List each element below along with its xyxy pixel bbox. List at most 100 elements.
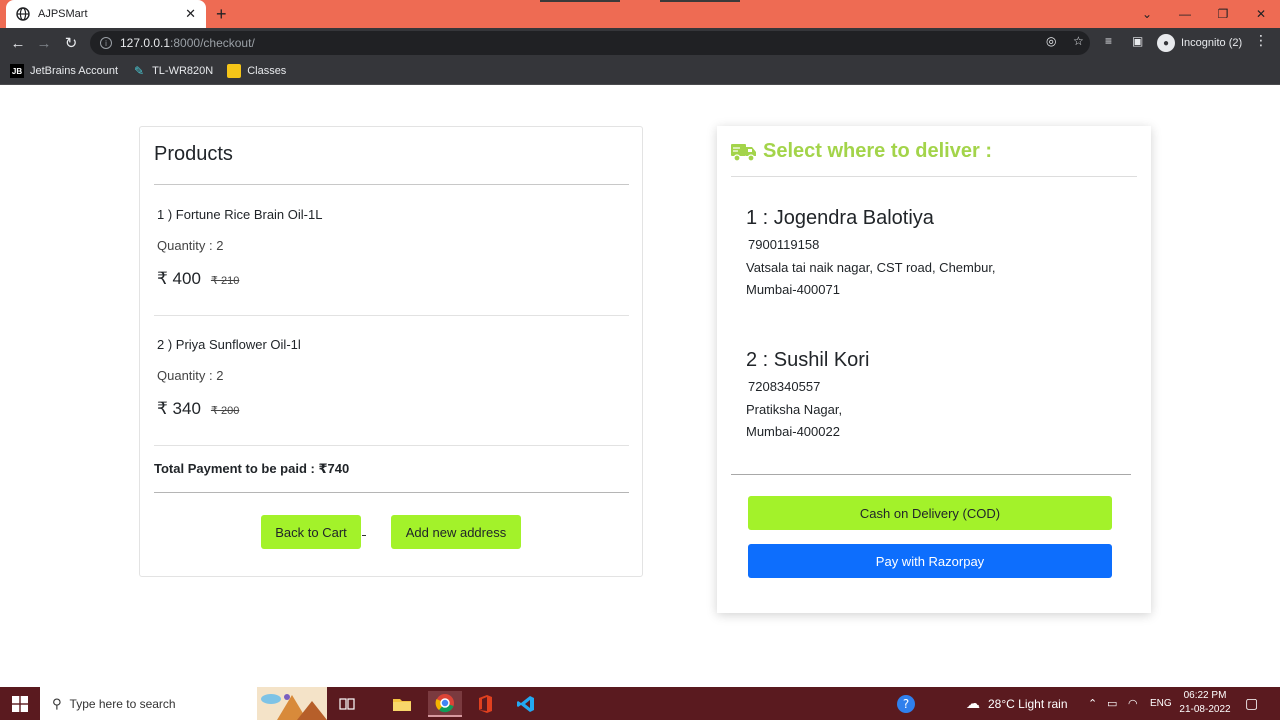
jetbrains-icon: JB xyxy=(10,64,24,78)
bookmark-label: Classes xyxy=(247,65,287,77)
product-price: ₹ 340 xyxy=(157,399,201,418)
windows-taskbar: ⚲ Type here to search ? ☁ 28°C Light rai… xyxy=(0,687,1280,720)
address-name: 2 : Sushil Kori xyxy=(746,349,870,371)
delivery-card: Select where to deliver : 1 : Jogendra B… xyxy=(717,126,1151,613)
reload-icon[interactable]: ↻ xyxy=(61,33,81,53)
language-indicator[interactable]: ENG xyxy=(1150,687,1172,720)
bookmark-label: JetBrains Account xyxy=(30,65,119,77)
address-name: 1 : Jogendra Balotiya xyxy=(746,207,934,229)
tab-search-icon[interactable]: ⌄ xyxy=(1128,0,1166,28)
tab-strip-marker xyxy=(540,0,620,2)
notification-icon[interactable]: ▢ xyxy=(1245,687,1258,720)
vscode-icon[interactable] xyxy=(511,691,541,717)
razorpay-button[interactable]: Pay with Razorpay xyxy=(748,544,1112,578)
clock-date: 21-08-2022 xyxy=(1179,704,1231,715)
weather-text: 28°C Light rain xyxy=(988,696,1068,711)
divider xyxy=(154,492,629,493)
kebab-menu-icon[interactable]: ⋮ xyxy=(1254,32,1268,49)
divider xyxy=(154,315,629,316)
cod-button[interactable]: Cash on Delivery (COD) xyxy=(748,496,1112,530)
new-tab-icon[interactable]: + xyxy=(216,4,227,24)
svg-text:?: ? xyxy=(903,697,909,711)
bookmark-tplink[interactable]: ✎ TL-WR820N xyxy=(132,64,213,78)
cloud-rain-icon: ☁ xyxy=(966,695,980,711)
battery-icon[interactable]: ▭ xyxy=(1107,687,1117,720)
address-line: Mumbai-400022 xyxy=(746,424,840,439)
window-controls: ⌄ — ❐ ✕ xyxy=(1128,0,1280,28)
maximize-icon[interactable]: ❐ xyxy=(1204,0,1242,28)
eye-off-icon[interactable]: ◎ xyxy=(1046,34,1056,48)
divider xyxy=(154,445,629,446)
product-quantity: Quantity : 2 xyxy=(157,368,224,383)
active-tab[interactable]: AJPSMart ✕ xyxy=(6,0,206,28)
divider xyxy=(154,184,629,185)
chrome-icon[interactable] xyxy=(428,691,462,717)
minimize-icon[interactable]: — xyxy=(1166,0,1204,28)
media-control-icon[interactable]: ≡ xyxy=(1105,34,1112,48)
url-path: :8000/checkout/ xyxy=(170,36,255,50)
site-info-icon[interactable]: i xyxy=(100,37,112,49)
address-phone: 7208340557 xyxy=(748,379,821,394)
file-explorer-icon[interactable] xyxy=(387,691,417,717)
back-arrow-icon[interactable]: ← xyxy=(8,33,28,53)
separator-dash xyxy=(362,535,366,536)
delivery-header: Select where to deliver : xyxy=(731,140,992,163)
start-button[interactable] xyxy=(0,687,40,720)
globe-icon xyxy=(16,7,30,21)
product-name: 1 ) Fortune Rice Brain Oil-1L xyxy=(157,207,323,222)
bookmarks-bar: JB JetBrains Account ✎ TL-WR820N Classes xyxy=(0,58,1280,85)
search-placeholder: Type here to search xyxy=(69,696,176,711)
divider xyxy=(731,176,1137,177)
task-view-icon[interactable] xyxy=(332,691,362,717)
tplink-icon: ✎ xyxy=(134,64,145,78)
address-line: Mumbai-400071 xyxy=(746,282,840,297)
office-icon[interactable] xyxy=(470,691,500,717)
bookmark-classes[interactable]: Classes xyxy=(227,64,286,78)
tray-chevron-icon[interactable]: ⌃ xyxy=(1088,687,1097,720)
url-host: 127.0.0.1 xyxy=(120,36,171,50)
weather-widget[interactable]: ☁ 28°C Light rain xyxy=(966,687,1068,720)
tab-bar: AJPSMart ✕ + ⌄ — ❐ ✕ xyxy=(0,0,1280,28)
product-price-row: ₹ 400 ₹ 210 xyxy=(157,269,239,289)
divider xyxy=(731,474,1131,475)
clock[interactable]: 06:22 PM 21-08-2022 xyxy=(1172,689,1238,717)
address-phone: 7900119158 xyxy=(748,237,820,252)
wifi-icon[interactable]: ◠ xyxy=(1128,687,1138,720)
product-old-price: ₹ 210 xyxy=(210,275,240,287)
taskbar-search[interactable]: ⚲ Type here to search xyxy=(40,687,327,720)
product-old-price: ₹ 200 xyxy=(210,405,240,417)
bookmark-jetbrains[interactable]: JB JetBrains Account xyxy=(10,64,118,78)
forward-arrow-icon[interactable]: → xyxy=(34,33,54,53)
address-line: Vatsala tai naik nagar, CST road, Chembu… xyxy=(746,260,996,275)
windows-logo-icon xyxy=(12,695,28,712)
search-icon: ⚲ xyxy=(52,695,62,711)
product-quantity: Quantity : 2 xyxy=(157,238,224,253)
add-new-address-button[interactable]: Add new address xyxy=(391,515,521,549)
bookmark-star-icon[interactable]: ☆ xyxy=(1073,34,1084,48)
close-tab-icon[interactable]: ✕ xyxy=(185,6,196,22)
classroom-icon xyxy=(227,64,242,78)
delivery-title: Select where to deliver : xyxy=(763,140,992,162)
tab-strip-marker xyxy=(660,0,740,2)
bookmark-label: TL-WR820N xyxy=(152,65,214,77)
browser-toolbar: ← → ↻ i 127.0.0.1 :8000/checkout/ ◎ ☆ ≡ … xyxy=(0,28,1280,58)
incognito-label: Incognito (2) xyxy=(1181,37,1243,49)
incognito-profile[interactable]: ● Incognito (2) xyxy=(1157,34,1242,52)
products-title: Products xyxy=(154,143,233,165)
help-icon[interactable]: ? xyxy=(891,691,921,717)
back-to-cart-button[interactable]: Back to Cart xyxy=(261,515,361,549)
tab-title: AJPSMart xyxy=(38,8,88,20)
products-card: Products 1 ) Fortune Rice Brain Oil-1L Q… xyxy=(139,126,643,577)
clock-time: 06:22 PM xyxy=(1183,690,1227,701)
truck-icon xyxy=(731,142,757,162)
total-payment: Total Payment to be paid : ₹740 xyxy=(154,461,350,476)
product-name: 2 ) Priya Sunflower Oil-1l xyxy=(157,337,301,352)
incognito-icon: ● xyxy=(1157,34,1175,52)
close-window-icon[interactable]: ✕ xyxy=(1242,0,1280,28)
product-price: ₹ 400 xyxy=(157,269,201,288)
address-line: Pratiksha Nagar, xyxy=(746,402,843,417)
product-price-row: ₹ 340 ₹ 200 xyxy=(157,399,239,419)
search-highlight-illustration xyxy=(257,687,327,720)
address-bar[interactable]: i 127.0.0.1 :8000/checkout/ xyxy=(90,31,1090,55)
side-panel-icon[interactable]: ▣ xyxy=(1132,34,1143,48)
